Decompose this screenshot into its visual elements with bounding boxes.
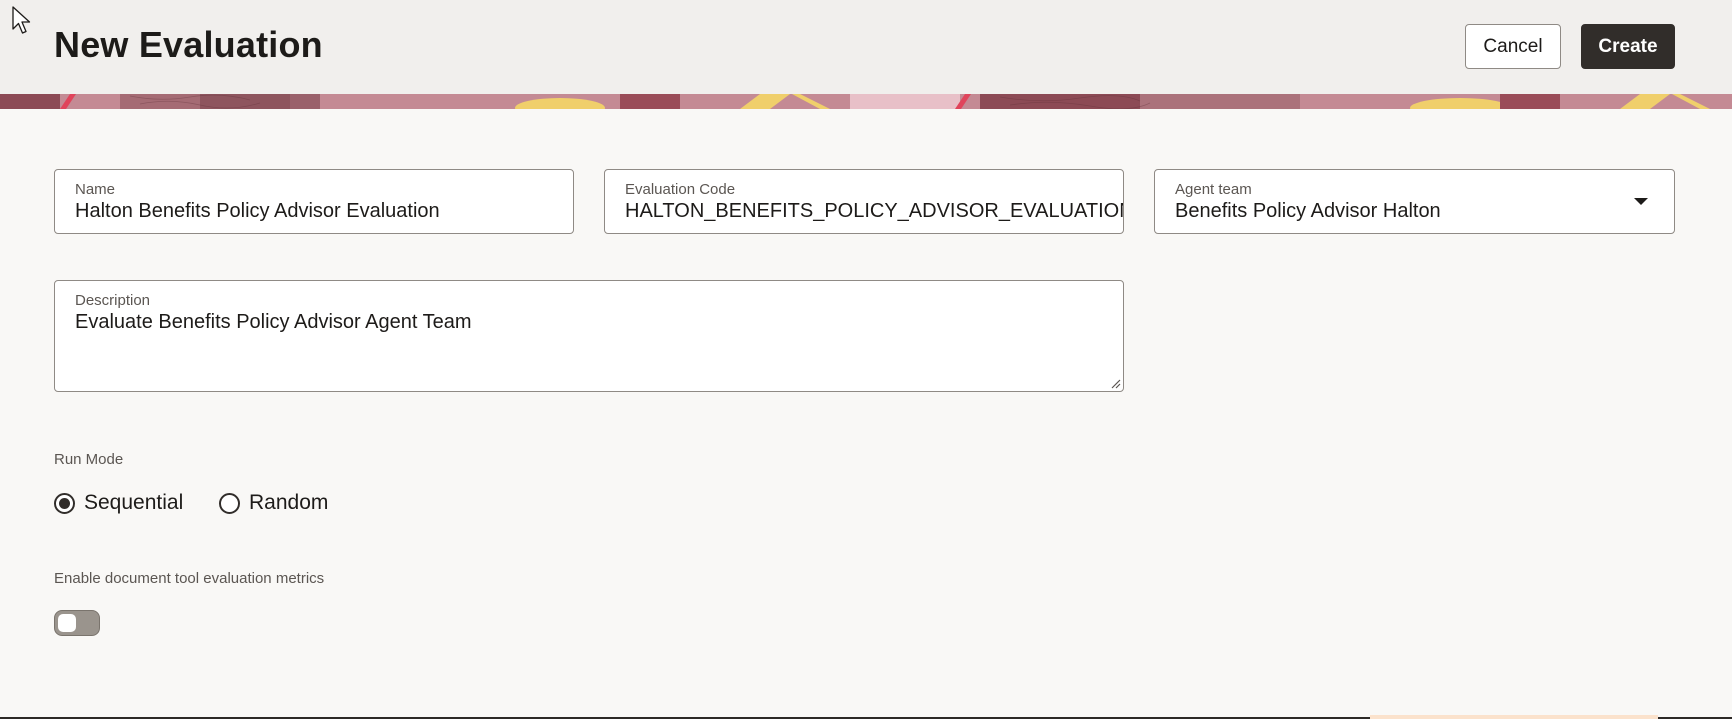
radio-checked-icon[interactable]: [54, 492, 75, 514]
mouse-cursor-icon: [12, 6, 31, 34]
radio-sequential[interactable]: Sequential: [54, 491, 183, 515]
decorative-banner: [0, 94, 1732, 109]
page-header: New Evaluation Cancel Create: [0, 0, 1732, 94]
toggle-knob: [58, 614, 76, 632]
name-label: Name: [75, 181, 116, 198]
create-button[interactable]: Create: [1581, 24, 1675, 69]
name-input[interactable]: Halton Benefits Policy Advisor Evaluatio…: [75, 200, 440, 223]
resize-grip-icon[interactable]: [1109, 377, 1121, 389]
cancel-button[interactable]: Cancel: [1465, 24, 1561, 69]
evaluation-code-input[interactable]: HALTON_BENEFITS_POLICY_ADVISOR_EVALUATIO…: [625, 200, 1123, 223]
agent-team-select[interactable]: Agent team Benefits Policy Advisor Halto…: [1154, 169, 1675, 234]
page-title: New Evaluation: [54, 24, 323, 65]
radio-unchecked-icon[interactable]: [219, 492, 240, 514]
agent-team-value[interactable]: Benefits Policy Advisor Halton: [1175, 200, 1441, 223]
run-mode-label: Run Mode: [54, 451, 124, 468]
evaluation-code-field[interactable]: Evaluation Code HALTON_BENEFITS_POLICY_A…: [604, 169, 1124, 234]
name-field[interactable]: Name Halton Benefits Policy Advisor Eval…: [54, 169, 574, 234]
description-label: Description: [75, 292, 151, 309]
radio-random-label: Random: [249, 491, 329, 514]
radio-sequential-label: Sequential: [84, 491, 184, 514]
evaluation-code-label: Evaluation Code: [625, 181, 736, 198]
radio-random[interactable]: Random: [219, 491, 328, 515]
chevron-down-icon[interactable]: [1634, 198, 1648, 205]
doc-metrics-label: Enable document tool evaluation metrics: [54, 570, 325, 587]
agent-team-label: Agent team: [1175, 181, 1252, 198]
doc-metrics-toggle[interactable]: [54, 610, 100, 636]
description-input[interactable]: Evaluate Benefits Policy Advisor Agent T…: [75, 311, 472, 334]
radio-dot: [59, 497, 70, 509]
bottom-accent: [1370, 715, 1658, 719]
description-field[interactable]: Description Evaluate Benefits Policy Adv…: [54, 280, 1124, 392]
